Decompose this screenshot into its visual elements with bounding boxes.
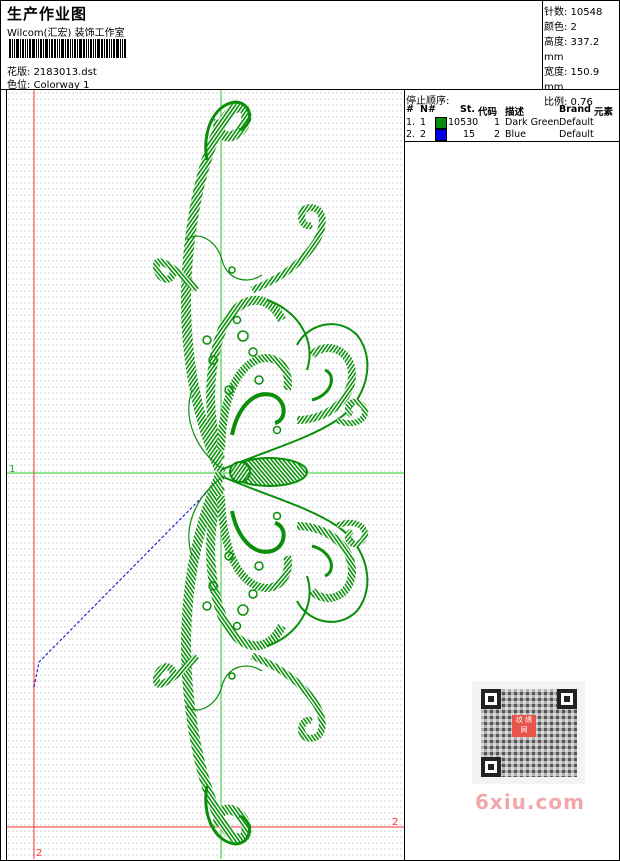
col-header-index: # [406,104,414,115]
barcode-image [9,39,141,58]
stat-value: 10548 [567,7,603,18]
center-knot [229,461,251,483]
studio-name: Wilcom(汇宏) 装饰工作室 [7,28,125,39]
col-header-stitches: St. [460,104,475,115]
design-stats: 针数: 10548 颜色: 2 高度: 337.2 mm 宽度: 150.9 mm 比例… [544,5,619,110]
motif-lower-half [156,473,367,844]
header-divider-vertical [542,1,543,89]
qr-code: 纹 绣 网 [472,681,585,784]
table-row-1-code: 1 [494,117,501,128]
table-row-2-color-swatch [435,129,447,141]
stat-row: 颜色: 2 [544,20,619,35]
motif-upper-half [152,100,369,476]
table-row-1-description: Dark Green [505,117,560,128]
col-header-n: N# [420,104,436,115]
table-row-1-index: 1. [406,117,416,128]
col-header-element: 元素 [594,107,614,118]
table-row-2-description: Blue [505,129,527,140]
col-header-code: 代码 [478,107,498,118]
stat-label: 针数: [544,7,568,18]
table-row-2-stitches: 15 [463,129,476,140]
col-header-description: 描述 [505,107,525,118]
stat-row: 高度: 337.2 mm [544,35,619,65]
stop-table-divider [404,141,619,142]
table-row-2-n: 2 [420,129,427,140]
axis-marker-2-right: 2 [392,817,399,828]
table-row-1-color-swatch [435,117,447,129]
stat-label: 颜色: [544,22,568,33]
stat-label: 宽度: [544,67,568,78]
axis-marker-1-left: 1 [9,464,16,475]
seal-logo: 纹 绣 网 [512,715,536,737]
table-row-2-code: 2 [494,129,501,140]
sheet-title: 生产作业图 [7,5,88,23]
stat-row: 针数: 10548 [544,5,619,20]
stat-value: 2 [567,22,577,33]
table-row-1-brand: Default [559,117,594,128]
embroidery-preview [7,90,404,859]
watermark-site: 6xiu.com [475,790,585,814]
canvas-divider [404,89,405,860]
table-row-2-brand: Default [559,129,594,140]
table-row-1-n: 1 [420,117,427,128]
stat-row: 宽度: 150.9 mm [544,65,619,95]
production-sheet: 生产作业图 Wilcom(汇宏) 装饰工作室 花版: 2183013.dst 色… [0,0,620,861]
table-row-2-index: 2. [406,129,416,140]
design-canvas[interactable]: 1 2 2 [7,90,404,859]
axis-marker-2-bottom: 2 [36,848,43,859]
col-header-brand: Brand [559,104,591,115]
table-row-1-stitches: 10530 [448,117,479,128]
stat-label: 高度: [544,37,568,48]
